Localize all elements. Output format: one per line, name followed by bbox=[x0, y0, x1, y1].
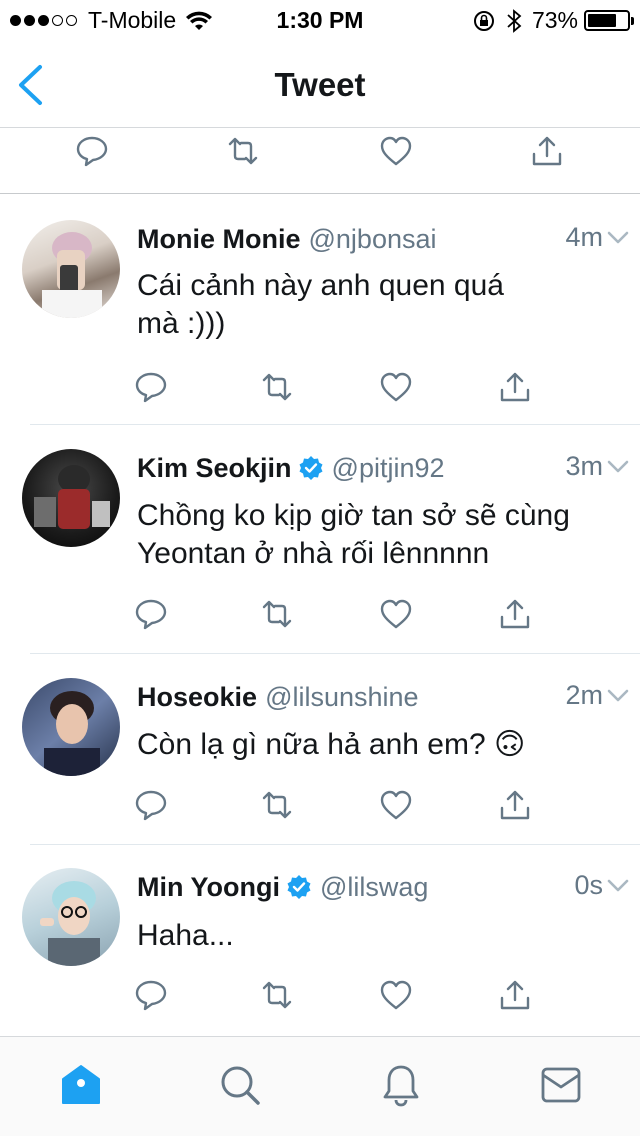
chevron-down-icon[interactable] bbox=[606, 873, 630, 897]
divider bbox=[30, 844, 640, 845]
like-icon[interactable] bbox=[379, 134, 413, 168]
chevron-down-icon[interactable] bbox=[606, 225, 630, 249]
tweet-item[interactable]: Min Yoongi @lilswag 0s Haha... bbox=[0, 868, 640, 1030]
tweet-time: 4m bbox=[565, 222, 603, 252]
tab-bar bbox=[0, 1036, 640, 1136]
retweet-icon[interactable] bbox=[260, 978, 294, 1012]
share-icon[interactable] bbox=[498, 788, 532, 822]
like-icon[interactable] bbox=[379, 978, 413, 1012]
tweet-actions bbox=[0, 370, 640, 410]
tweet-text: Còn lạ gì nữa hả anh em? 🙃 bbox=[137, 728, 526, 761]
avatar[interactable] bbox=[22, 678, 120, 776]
tweet-time: 0s bbox=[574, 870, 603, 900]
author-name[interactable]: Kim Seokjin bbox=[137, 453, 292, 484]
orientation-lock-icon bbox=[473, 10, 494, 31]
retweet-icon[interactable] bbox=[260, 788, 294, 822]
chevron-down-icon[interactable] bbox=[606, 683, 630, 707]
tweet-text: Cái cảnh này anh quen quá mà :))) bbox=[137, 269, 504, 340]
tweet-time: 3m bbox=[565, 451, 603, 481]
navigation-bar: Tweet bbox=[0, 40, 640, 128]
avatar[interactable] bbox=[22, 868, 120, 966]
notifications-icon[interactable] bbox=[379, 1063, 423, 1107]
tweet-item[interactable]: Hoseokie @lilsunshine 2m Còn lạ gì nữa h… bbox=[0, 678, 640, 840]
author-handle[interactable]: @njbonsai bbox=[309, 224, 437, 255]
status-bar: T-Mobile 1:30 PM 73% bbox=[0, 0, 640, 40]
divider bbox=[30, 424, 640, 425]
tweet-actions bbox=[0, 597, 640, 637]
home-icon[interactable] bbox=[59, 1063, 103, 1107]
tweet-actions bbox=[0, 788, 640, 828]
tweet-text: Chồng ko kịp giờ tan sở sẽ cùng Yeontan … bbox=[137, 499, 570, 570]
reply-icon[interactable] bbox=[134, 978, 168, 1012]
author-name[interactable]: Hoseokie bbox=[137, 682, 257, 713]
like-icon[interactable] bbox=[379, 788, 413, 822]
like-icon[interactable] bbox=[379, 370, 413, 404]
retweet-icon[interactable] bbox=[260, 597, 294, 631]
avatar[interactable] bbox=[22, 220, 120, 318]
messages-icon[interactable] bbox=[539, 1063, 583, 1107]
reply-icon[interactable] bbox=[134, 370, 168, 404]
chevron-down-icon[interactable] bbox=[606, 454, 630, 478]
author-name[interactable]: Min Yoongi bbox=[137, 872, 280, 903]
like-icon[interactable] bbox=[379, 597, 413, 631]
verified-badge-icon bbox=[299, 456, 323, 480]
tweet-actions bbox=[0, 978, 640, 1018]
verified-badge-icon bbox=[287, 875, 311, 899]
bluetooth-icon bbox=[507, 8, 522, 33]
reply-icon[interactable] bbox=[134, 788, 168, 822]
retweet-icon[interactable] bbox=[260, 370, 294, 404]
author-name[interactable]: Monie Monie bbox=[137, 224, 301, 255]
battery-percent: 73% bbox=[531, 7, 578, 33]
share-icon[interactable] bbox=[498, 978, 532, 1012]
reply-icon[interactable] bbox=[134, 597, 168, 631]
search-icon[interactable] bbox=[218, 1063, 262, 1107]
author-handle[interactable]: @lilsunshine bbox=[265, 682, 418, 713]
reply-icon[interactable] bbox=[75, 134, 109, 168]
main-tweet-actions bbox=[0, 128, 640, 194]
divider bbox=[30, 653, 640, 654]
page-title: Tweet bbox=[274, 66, 366, 103]
author-handle[interactable]: @lilswag bbox=[320, 872, 428, 903]
tweet-item[interactable]: Monie Monie @njbonsai 4m Cái cảnh này an… bbox=[0, 220, 640, 422]
tweet-time: 2m bbox=[565, 680, 603, 710]
share-icon[interactable] bbox=[498, 597, 532, 631]
share-icon[interactable] bbox=[530, 134, 564, 168]
battery-icon bbox=[584, 10, 634, 31]
retweet-icon[interactable] bbox=[226, 134, 260, 168]
avatar[interactable] bbox=[22, 449, 120, 547]
tweet-text: Haha... bbox=[137, 919, 234, 952]
tweet-item[interactable]: Kim Seokjin @pitjin92 3m Chồng ko kịp gi… bbox=[0, 449, 640, 651]
share-icon[interactable] bbox=[498, 370, 532, 404]
author-handle[interactable]: @pitjin92 bbox=[332, 453, 445, 484]
